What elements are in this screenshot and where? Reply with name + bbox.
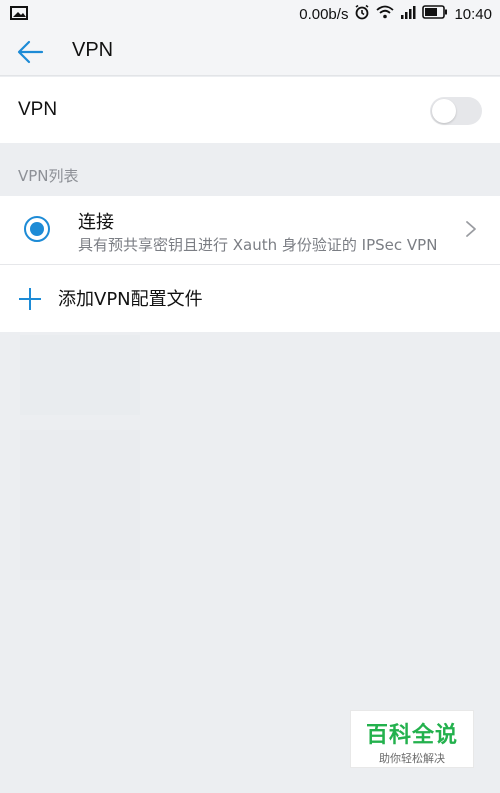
add-vpn-profile-label: 添加VPN配置文件 (58, 289, 203, 310)
app-bar: VPN (0, 28, 500, 76)
background-ghost (20, 430, 140, 580)
background-ghost (20, 335, 140, 415)
watermark: 百科全说 助你轻松解决 (350, 710, 474, 768)
add-vpn-profile-button[interactable]: 添加VPN配置文件 (0, 265, 500, 332)
plus-icon (19, 288, 41, 310)
vpn-list-item[interactable]: 连接 具有预共享密钥且进行 Xauth 身份验证的 IPSec VPN (0, 196, 500, 264)
vpn-toggle-label: VPN (18, 99, 58, 120)
vpn-toggle-row[interactable]: VPN (0, 77, 500, 143)
status-bar: 0.00b/s 10:40 (0, 0, 500, 28)
battery-icon (422, 5, 448, 23)
toggle-knob (432, 99, 456, 123)
back-button[interactable] (14, 38, 46, 66)
image-icon (10, 6, 28, 24)
radio-selected-icon[interactable] (24, 216, 50, 242)
clock-time: 10:40 (454, 5, 492, 23)
watermark-subtitle: 助你轻松解决 (379, 752, 445, 765)
page-title: VPN (72, 39, 114, 61)
arrow-left-icon (17, 40, 44, 64)
vpn-list-header: VPN列表 (18, 167, 79, 185)
network-speed: 0.00b/s (299, 5, 349, 23)
wifi-icon (376, 5, 395, 23)
watermark-title: 百科全说 (365, 723, 458, 748)
vpn-list: 连接 具有预共享密钥且进行 Xauth 身份验证的 IPSec VPN 添加VP… (0, 196, 500, 332)
vpn-item-title: 连接 (78, 212, 114, 233)
alarm-icon (354, 4, 370, 24)
chevron-right-icon (466, 221, 476, 237)
signal-icon (400, 5, 416, 23)
vpn-item-subtitle: 具有预共享密钥且进行 Xauth 身份验证的 IPSec VPN (78, 236, 438, 254)
vpn-toggle-switch[interactable] (430, 97, 482, 125)
